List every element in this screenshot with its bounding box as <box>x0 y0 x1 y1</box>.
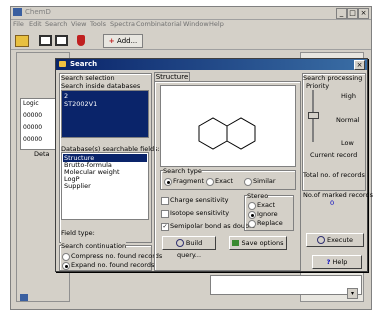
expand-label: Expand no. found records <box>71 261 155 269</box>
minimize-button[interactable]: _ <box>336 8 347 19</box>
priority-slider[interactable] <box>308 90 319 142</box>
help-label: Help <box>332 258 348 266</box>
execute-label: Execute <box>327 236 354 244</box>
priority-high-label: High <box>341 92 356 100</box>
fragment-label: Fragment <box>173 177 205 185</box>
expand-radio[interactable] <box>62 262 70 270</box>
menu-file[interactable]: File <box>13 20 24 28</box>
stereo-exact-label: Exact <box>257 201 276 209</box>
field-item[interactable]: Supplier <box>64 182 91 190</box>
compress-radio[interactable] <box>62 253 70 261</box>
list-item[interactable]: Logic <box>23 100 39 107</box>
stereo-ignore-radio[interactable] <box>248 211 256 219</box>
exact-label: Exact <box>215 177 234 185</box>
structure-canvas[interactable] <box>160 85 296 167</box>
close-button[interactable]: × <box>358 8 369 19</box>
menu-bar: File Edit Search View Tools Spectra Comb… <box>11 20 371 30</box>
search-processing-label: Search processing <box>303 74 363 82</box>
save-options-icon <box>232 240 240 246</box>
add-button[interactable]: + Add... <box>103 34 143 48</box>
app-title: ChemD <box>25 8 51 16</box>
database-item[interactable]: ST2002V1 <box>64 100 97 108</box>
slider-thumb[interactable] <box>308 112 319 119</box>
fields-list[interactable]: Structure Brutto-formula Molecular weigh… <box>61 152 149 220</box>
search-dialog: Search × Search selection Search inside … <box>55 58 373 272</box>
naphthalene-structure-icon <box>198 117 256 150</box>
add-button-label: Add... <box>117 37 138 45</box>
fragment-radio[interactable] <box>164 178 172 186</box>
stereo-ignore-label: Ignore <box>257 210 278 218</box>
isotope-sensitivity-label: Isotope sensitivity <box>170 209 230 217</box>
menu-view[interactable]: View <box>71 20 86 28</box>
open-folder-icon[interactable] <box>15 35 29 47</box>
bottom-panel <box>210 275 362 295</box>
databases-label: Search inside databases <box>61 82 141 90</box>
help-button[interactable]: ? Help <box>312 255 362 269</box>
semipolar-bond-label: Semipolar bond as double <box>170 222 255 230</box>
scroll-down-button[interactable]: ▾ <box>347 288 358 299</box>
table-view-icon[interactable] <box>55 35 68 46</box>
menu-edit[interactable]: Edit <box>29 20 42 28</box>
priority-normal-label: Normal <box>336 116 360 124</box>
search-dialog-title-bar: Search × <box>56 59 367 70</box>
databases-list[interactable]: 2 ST2002V1 <box>61 90 149 138</box>
maximize-button[interactable]: □ <box>347 8 358 19</box>
search-selection-label: Search selection <box>61 74 115 82</box>
menu-spectra[interactable]: Spectra <box>110 20 135 28</box>
status-icon <box>20 294 28 301</box>
app-icon <box>13 8 22 16</box>
detail-tab[interactable]: Deta <box>34 150 50 158</box>
semipolar-bond-checkbox[interactable]: ✓ <box>161 223 169 231</box>
stereo-replace-radio[interactable] <box>248 220 256 228</box>
charge-sensitivity-label: Charge sensitivity <box>170 196 229 204</box>
stereo-label: Stereo <box>247 192 269 200</box>
dialog-close-button[interactable]: × <box>354 60 365 70</box>
menu-help[interactable]: Help <box>209 20 224 28</box>
priority-label: Priority <box>306 82 330 90</box>
list-item[interactable]: 00000 <box>23 136 42 143</box>
search-continuation-label: Search continuation <box>61 242 127 250</box>
priority-low-label: Low <box>341 139 354 147</box>
field-type-label: Field type: <box>61 229 95 237</box>
menu-search[interactable]: Search <box>45 20 67 28</box>
help-icon: ? <box>326 258 331 266</box>
similar-label: Similar <box>253 177 276 185</box>
build-query-button[interactable]: Build query... <box>162 236 216 259</box>
similar-radio[interactable] <box>244 178 252 186</box>
save-options-button[interactable]: Save options <box>229 236 287 250</box>
compress-label: Compress no. found records <box>71 252 163 260</box>
menu-window[interactable]: Window <box>183 20 209 28</box>
isotope-sensitivity-checkbox[interactable] <box>161 210 169 218</box>
search-icon <box>59 61 66 67</box>
marked-records-value: 0 <box>330 199 335 207</box>
stereo-exact-radio[interactable] <box>248 202 256 210</box>
charge-sensitivity-checkbox[interactable] <box>161 197 169 205</box>
search-dialog-title: Search <box>70 60 98 68</box>
database-item[interactable]: 2 <box>64 92 68 100</box>
main-title-bar: ChemD _ □ × <box>11 7 371 20</box>
menu-tools[interactable]: Tools <box>90 20 106 28</box>
exact-radio[interactable] <box>206 178 214 186</box>
list-item[interactable]: 00000 <box>23 124 42 131</box>
stereo-replace-label: Replace <box>257 219 283 227</box>
execute-button[interactable]: Execute <box>306 233 364 247</box>
total-records-label: Total no. of records <box>303 171 365 179</box>
search-type-label: Search type <box>163 167 202 175</box>
form-view-icon[interactable] <box>39 35 52 46</box>
build-query-icon <box>175 239 184 247</box>
flask-icon[interactable] <box>77 35 85 46</box>
marked-records-label: No.of marked records <box>303 191 373 199</box>
current-record-label: Current record <box>310 151 358 159</box>
execute-icon <box>316 236 325 244</box>
toolbar: + Add... <box>11 31 371 50</box>
list-item[interactable]: 00000 <box>23 112 42 119</box>
save-options-label: Save options <box>241 239 284 247</box>
add-plus-icon: + <box>108 37 118 45</box>
menu-combinatorial[interactable]: Combinatorial <box>136 20 182 28</box>
